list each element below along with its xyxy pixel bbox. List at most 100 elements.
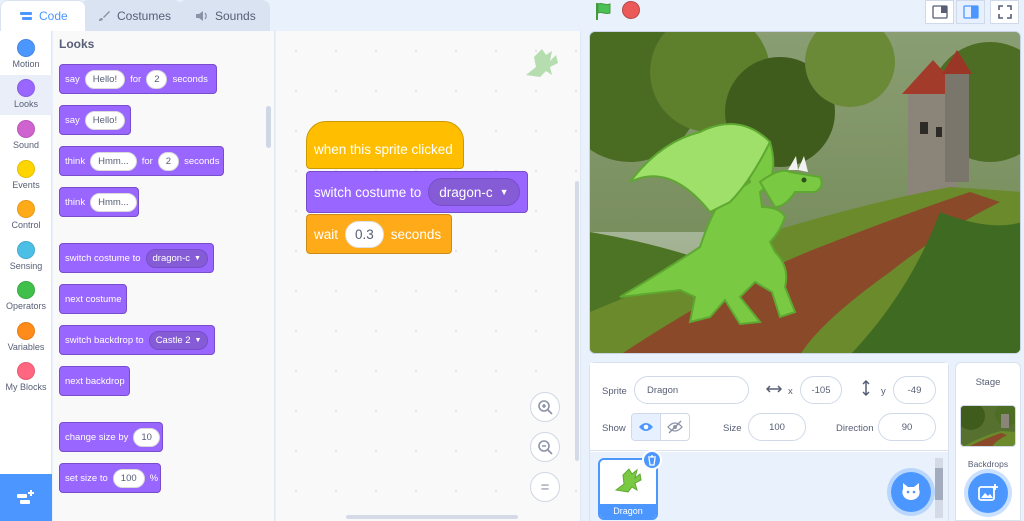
category-menu: Motion Looks Sound Events Control Sensin… xyxy=(0,31,52,521)
block-text: seconds xyxy=(172,73,208,85)
category-sensing[interactable]: Sensing xyxy=(0,237,52,277)
sprite-name-label: Sprite xyxy=(602,386,627,397)
set-size-block[interactable]: set size to 100 % xyxy=(59,463,161,493)
say-block[interactable]: say Hello! xyxy=(59,105,131,135)
small-stage-icon xyxy=(931,5,948,19)
block-text: % xyxy=(149,472,159,484)
chevron-down-icon: ▼ xyxy=(194,254,201,262)
tab-sounds[interactable]: Sounds xyxy=(178,0,270,31)
sprite-properties: Sprite Dragon x -105 y -49 Show Size 100… xyxy=(590,363,948,451)
direction-field[interactable]: 90 xyxy=(878,413,936,441)
zoom-out-icon xyxy=(538,440,553,455)
normal-stage-icon xyxy=(962,5,979,19)
category-control[interactable]: Control xyxy=(0,196,52,236)
choose-sprite-button[interactable] xyxy=(891,472,931,512)
block-text: switch costume to xyxy=(314,184,422,200)
when-sprite-clicked-block[interactable]: when this sprite clicked xyxy=(306,121,464,169)
stop-button[interactable] xyxy=(622,1,640,19)
normal-stage-button[interactable] xyxy=(956,0,985,24)
category-my-blocks[interactable]: My Blocks xyxy=(0,358,52,398)
choose-backdrop-button[interactable] xyxy=(968,473,1008,513)
variables-dot-icon xyxy=(17,322,35,340)
switch-costume-script-block[interactable]: switch costume to dragon-c ▼ xyxy=(306,171,528,213)
category-motion[interactable]: Motion xyxy=(0,35,52,75)
wait-block[interactable]: wait 0.3 seconds xyxy=(306,214,452,254)
palette-scrollbar[interactable] xyxy=(266,106,271,148)
stage-thumbnail[interactable] xyxy=(960,405,1016,447)
backdrop-dropdown[interactable]: Castle 2 ▼ xyxy=(148,330,209,350)
events-dot-icon xyxy=(17,160,35,178)
y-position-field[interactable]: -49 xyxy=(893,376,936,404)
think-message-input[interactable]: Hmm... xyxy=(90,192,137,212)
next-backdrop-block[interactable]: next backdrop xyxy=(59,366,130,396)
zoom-in-icon xyxy=(538,400,553,415)
costume-dropdown[interactable]: dragon-c ▼ xyxy=(145,248,208,268)
switch-costume-block[interactable]: switch costume to dragon-c ▼ xyxy=(59,243,214,273)
change-size-block[interactable]: change size by 10 xyxy=(59,422,163,452)
operators-dot-icon xyxy=(17,281,35,299)
block-text: seconds xyxy=(390,226,442,242)
workspace-vertical-scrollbar[interactable] xyxy=(575,181,579,461)
switch-backdrop-block[interactable]: switch backdrop to Castle 2 ▼ xyxy=(59,325,215,355)
green-flag-button[interactable] xyxy=(594,1,614,24)
sprite-watermark-dragon-icon xyxy=(526,49,558,77)
stage-target-panel[interactable]: Stage Backdrops xyxy=(955,362,1021,521)
block-text: change size by xyxy=(65,431,129,443)
think-message-input[interactable]: Hmm... xyxy=(90,151,137,171)
sprite-list-scroll-thumb[interactable] xyxy=(935,468,943,500)
stage-canvas[interactable] xyxy=(589,31,1021,354)
delete-sprite-button[interactable] xyxy=(642,450,662,470)
tab-code[interactable]: Code xyxy=(0,0,86,31)
say-message-input[interactable]: Hello! xyxy=(84,69,126,89)
change-size-input[interactable]: 10 xyxy=(133,427,160,447)
category-label: Operators xyxy=(5,301,47,311)
category-label: Variables xyxy=(7,342,45,352)
looks-dot-icon xyxy=(17,79,35,97)
zoom-out-button[interactable] xyxy=(530,432,560,462)
backdrop-thumbnail-image xyxy=(961,406,1015,446)
think-seconds-input[interactable]: 2 xyxy=(157,151,180,171)
wait-seconds-input[interactable]: 0.3 xyxy=(345,220,384,248)
add-extension-icon xyxy=(17,489,34,504)
category-looks[interactable]: Looks xyxy=(0,75,52,115)
show-hidden-button[interactable] xyxy=(661,414,689,440)
backdrops-label: Backdrops xyxy=(967,459,1009,469)
say-for-seconds-block[interactable]: say Hello! for 2 seconds xyxy=(59,64,217,94)
category-operators[interactable]: Operators xyxy=(0,277,52,317)
tab-sounds-label: Sounds xyxy=(215,9,256,23)
sprite-name-field[interactable]: Dragon xyxy=(634,376,749,404)
show-visible-button[interactable] xyxy=(632,414,661,440)
x-position-field[interactable]: -105 xyxy=(800,376,842,404)
fullscreen-button[interactable] xyxy=(990,0,1019,24)
say-seconds-input[interactable]: 2 xyxy=(146,69,168,89)
tab-costumes-label: Costumes xyxy=(117,9,172,23)
think-block[interactable]: think Hmm... xyxy=(59,187,139,217)
dragon-thumbnail-icon xyxy=(614,468,642,493)
category-events[interactable]: Events xyxy=(0,156,52,196)
my-blocks-dot-icon xyxy=(17,362,35,380)
paintbrush-icon xyxy=(97,10,111,22)
script-workspace[interactable]: when this sprite clicked switch costume … xyxy=(276,31,581,521)
small-stage-button[interactable] xyxy=(925,0,954,24)
say-message-input[interactable]: Hello! xyxy=(84,110,126,130)
think-for-seconds-block[interactable]: think Hmm... for 2 seconds xyxy=(59,146,224,176)
category-variables[interactable]: Variables xyxy=(0,318,52,358)
zoom-reset-icon: = xyxy=(540,478,550,496)
category-label: Sensing xyxy=(9,261,43,271)
size-field[interactable]: 100 xyxy=(748,413,806,441)
next-costume-block[interactable]: next costume xyxy=(59,284,127,314)
workspace-horizontal-scrollbar[interactable] xyxy=(346,515,518,519)
block-text: say xyxy=(65,114,80,126)
category-label: My Blocks xyxy=(5,382,47,392)
add-extension-button[interactable] xyxy=(0,474,52,521)
zoom-in-button[interactable] xyxy=(530,392,560,422)
zoom-reset-button[interactable]: = xyxy=(530,472,560,502)
set-size-input[interactable]: 100 xyxy=(112,468,145,488)
control-dot-icon xyxy=(17,200,35,218)
costume-dropdown[interactable]: dragon-c ▼ xyxy=(428,178,520,206)
palette-title: Looks xyxy=(59,37,95,51)
castle-backdrop-image xyxy=(590,32,1020,353)
tab-costumes[interactable]: Costumes xyxy=(80,0,182,31)
block-text: switch backdrop to xyxy=(65,334,144,346)
category-sound[interactable]: Sound xyxy=(0,116,52,156)
